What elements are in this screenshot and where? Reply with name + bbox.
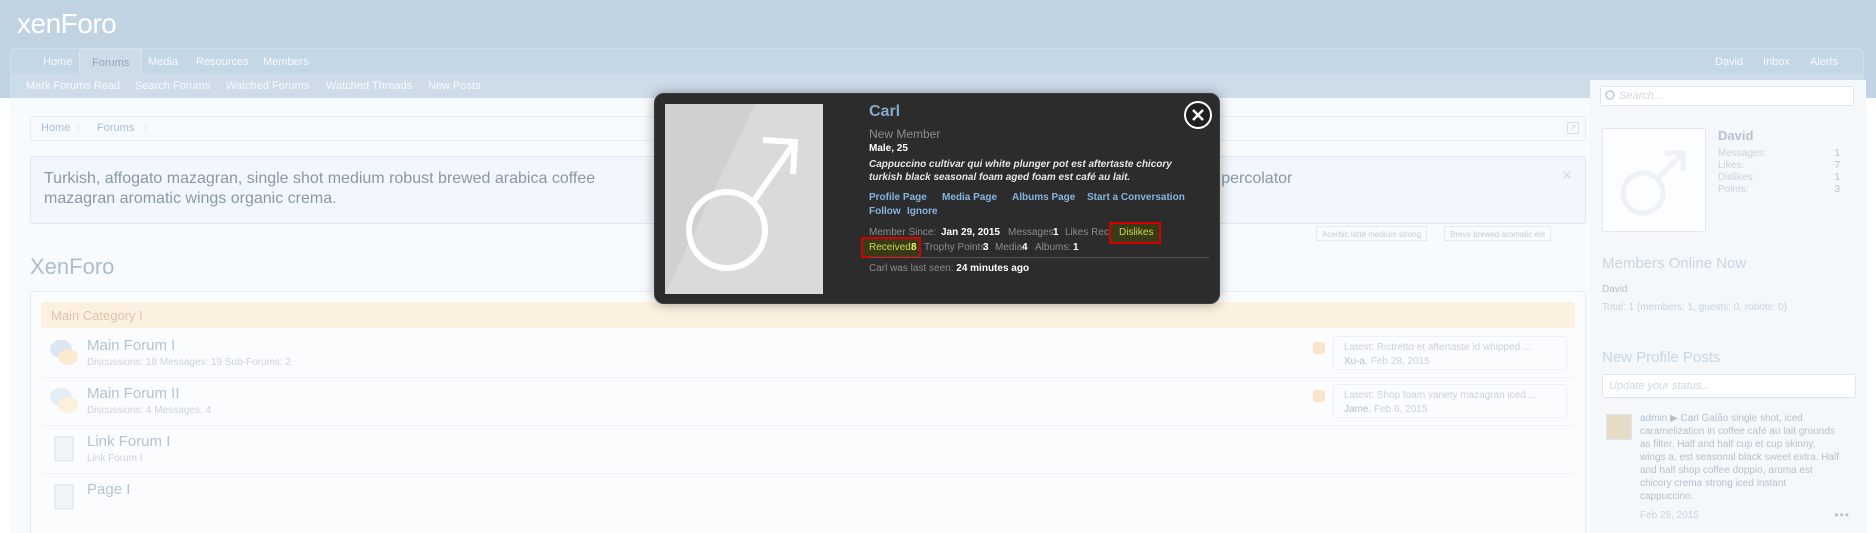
albums-value: 1 — [1073, 242, 1079, 253]
male-symbol-icon — [665, 104, 799, 294]
media-page-link[interactable]: Media Page — [942, 192, 997, 203]
member-name[interactable]: Carl — [869, 103, 900, 121]
trophy-points-label: Trophy Points: — [924, 242, 989, 253]
member-about: Cappuccino cultivar qui white plunger po… — [869, 159, 1172, 183]
avatar[interactable] — [665, 104, 823, 294]
profile-page-link[interactable]: Profile Page — [869, 192, 927, 203]
member-card: Carl New Member Male, 25 Cappuccino cult… — [654, 93, 1220, 304]
received-label: Received: — [869, 242, 914, 253]
member-title: New Member — [869, 127, 941, 141]
messages-value: 1 — [1053, 227, 1059, 238]
media-value: 4 — [1022, 242, 1028, 253]
last-seen: Carl was last seen: 24 minutes ago — [869, 263, 1030, 274]
member-info: Male, 25 — [869, 143, 908, 154]
follow-link[interactable]: Follow — [869, 206, 901, 217]
media-label: Media: — [995, 242, 1026, 253]
dislikes-label: Dislikes — [1119, 227, 1154, 238]
close-icon[interactable] — [1184, 101, 1212, 129]
ignore-link[interactable]: Ignore — [907, 206, 938, 217]
messages-label: Messages: — [1008, 227, 1057, 238]
start-conversation-link[interactable]: Start a Conversation — [1087, 192, 1185, 203]
received-value: 8 — [911, 242, 917, 253]
albums-page-link[interactable]: Albums Page — [1012, 192, 1075, 203]
divider — [869, 257, 1209, 258]
trophy-points-value: 3 — [983, 242, 989, 253]
member-since-value: Jan 29, 2015 — [941, 227, 1000, 238]
albums-label: Albums: — [1035, 242, 1072, 253]
